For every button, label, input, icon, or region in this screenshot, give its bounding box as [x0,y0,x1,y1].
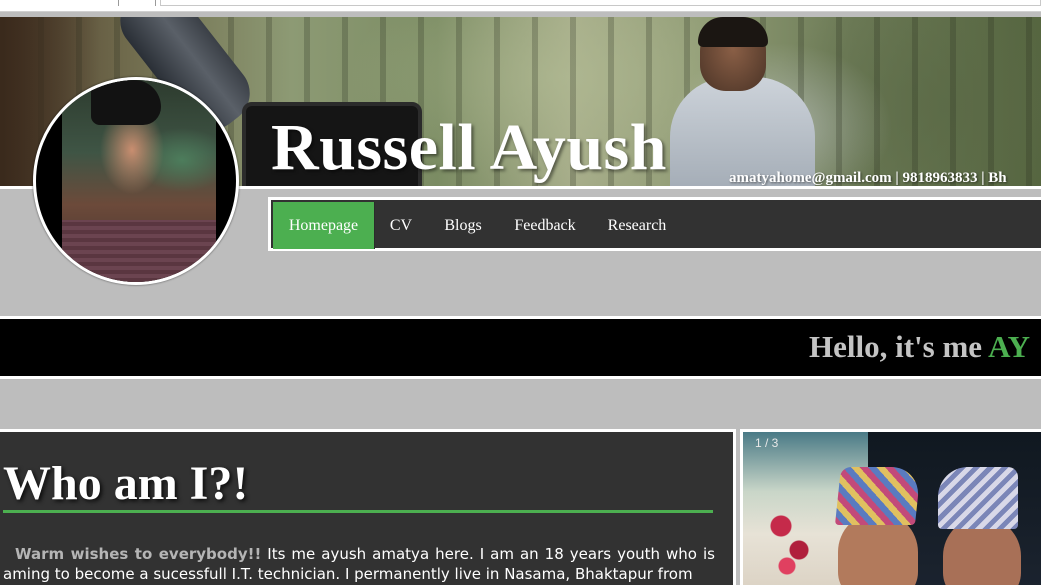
toolbar-divider [155,0,156,6]
slide-flowers [763,502,823,582]
main-nav: Homepage CV Blogs Feedback Research [268,197,1041,251]
contact-info: amatyahome@gmail.com | 9818963833 | Bh [729,170,1007,186]
nav-homepage[interactable]: Homepage [273,202,375,249]
slide-dhaka-topi-two [938,467,1018,529]
address-bar-edge [160,0,1041,6]
hello-text: Hello, it's me AY [809,327,1030,367]
slide-counter: 1 / 3 [755,436,779,450]
nav-feedback[interactable]: Feedback [503,202,587,249]
nav-cv[interactable]: CV [376,202,426,249]
browser-top-strip [0,0,1041,12]
about-paragraph: Warm wishes to everybody!! Its me ayush … [3,544,715,584]
toolbar-divider [118,0,119,6]
hello-highlight: AY [988,329,1031,364]
photo-slideshow[interactable]: 1 / 3 [740,429,1041,585]
hello-prefix: Hello, it's me [809,329,989,364]
hello-marquee: Hello, it's me AY [0,316,1041,379]
nav-blogs[interactable]: Blogs [431,202,495,249]
site-title: Russell Ayush [271,111,667,184]
about-heading: Who am I?! [3,457,249,510]
slide-dhaka-topi-one [834,467,922,525]
about-section: Who am I?! Warm wishes to everybody!! It… [0,429,736,585]
heading-underline [3,510,713,513]
banner-person-hair [698,17,768,47]
nav-research[interactable]: Research [595,202,679,249]
avatar-hair [91,80,161,125]
profile-avatar [33,77,239,285]
about-lead: Warm wishes to everybody!! [15,545,262,563]
avatar-sweater [62,220,216,282]
